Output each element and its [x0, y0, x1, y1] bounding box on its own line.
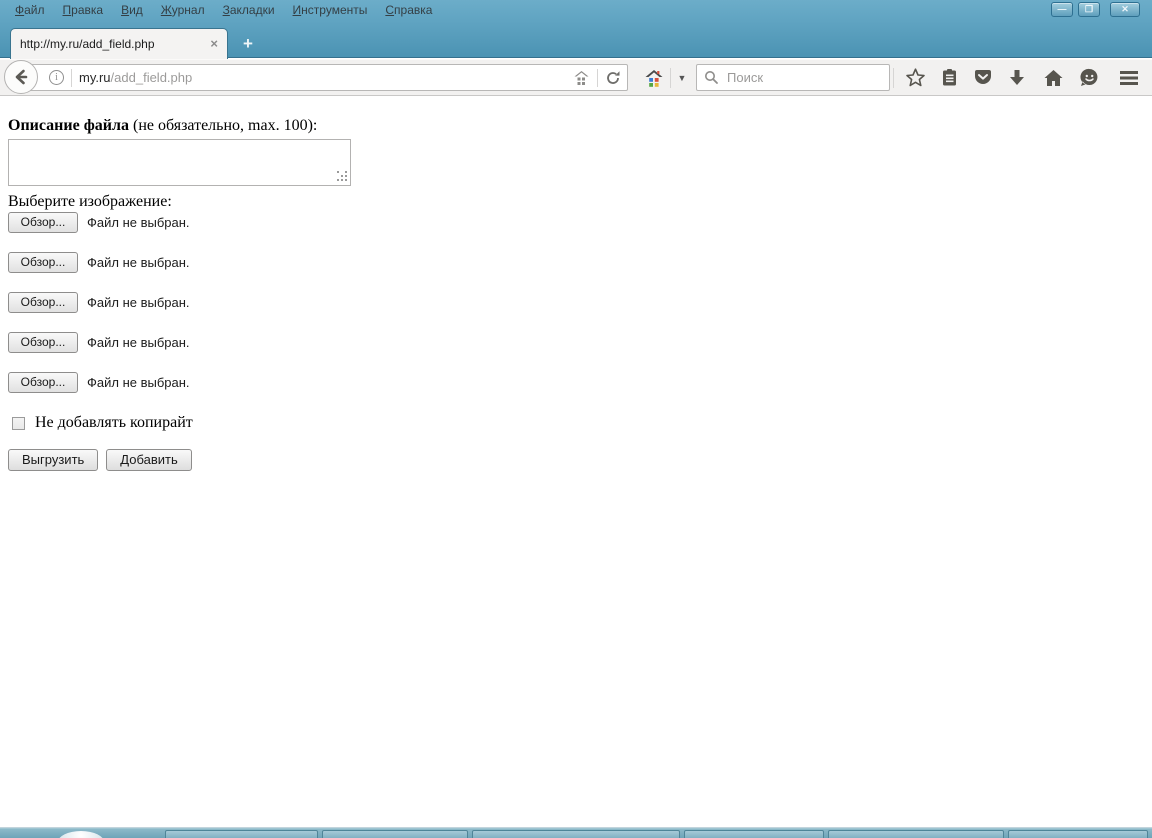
info-icon[interactable]: i — [49, 70, 64, 85]
menu-hamburger-icon[interactable] — [1112, 59, 1146, 96]
menu-view[interactable]: Вид — [112, 0, 152, 20]
back-button[interactable] — [4, 60, 38, 94]
search-input[interactable] — [725, 69, 882, 86]
close-button[interactable]: ✕ — [1110, 2, 1140, 17]
description-label-bold: Описание файла — [8, 117, 129, 134]
taskbar — [0, 827, 1152, 838]
description-label: Описание файла (не обязательно, max. 100… — [8, 117, 317, 135]
urlbar-divider — [71, 68, 72, 87]
copyright-checkbox-row: Не добавлять копирайт — [12, 414, 193, 432]
download-icon[interactable] — [1000, 59, 1034, 96]
bookmark-star-icon[interactable] — [898, 59, 932, 96]
restore-button[interactable]: ❐ — [1078, 2, 1100, 17]
menu-history[interactable]: Журнал — [152, 0, 214, 20]
minimize-button[interactable]: — — [1051, 2, 1073, 17]
taskbar-start-orb[interactable] — [58, 831, 104, 838]
menu-file[interactable]: Файл — [6, 0, 54, 20]
menu-edit[interactable]: Правка — [54, 0, 113, 20]
file-status: Файл не выбран. — [87, 255, 190, 270]
browse-button[interactable]: Обзор... — [8, 292, 78, 313]
extension-dropdown-icon[interactable]: ▼ — [672, 66, 692, 90]
tab-title: http://my.ru/add_field.php — [20, 37, 155, 51]
toolbar-divider — [893, 68, 894, 88]
browser-window: Файл Правка Вид Журнал Закладки Инструме… — [0, 0, 1152, 838]
description-textarea[interactable] — [8, 139, 351, 186]
search-icon — [704, 70, 719, 85]
search-box — [696, 64, 890, 91]
description-textarea-wrap — [8, 139, 351, 186]
hello-chat-icon[interactable] — [1072, 59, 1106, 96]
menu-tools[interactable]: Инструменты — [284, 0, 377, 20]
menu-bar: Файл Правка Вид Журнал Закладки Инструме… — [0, 0, 1002, 20]
file-status: Файл не выбран. — [87, 335, 190, 350]
back-arrow-icon — [12, 68, 30, 86]
tab-add-field[interactable]: http://my.ru/add_field.php × — [10, 28, 228, 59]
window-controls: — ❐ ✕ — [1051, 2, 1140, 17]
window-chrome: Файл Правка Вид Журнал Закладки Инструме… — [0, 0, 1152, 59]
browse-button[interactable]: Обзор... — [8, 212, 78, 233]
menu-bookmarks[interactable]: Закладки — [214, 0, 284, 20]
menu-help[interactable]: Справка — [376, 0, 441, 20]
browse-button[interactable]: Обзор... — [8, 332, 78, 353]
bookmark-home-icon[interactable] — [573, 70, 590, 86]
extension-divider — [670, 68, 671, 88]
file-input-row: Обзор... Файл не выбран. — [8, 372, 190, 393]
urlbar-icons-divider — [597, 68, 598, 87]
textarea-resize-grip[interactable] — [337, 171, 339, 173]
file-input-row: Обзор... Файл не выбран. — [8, 292, 190, 313]
upload-button[interactable]: Выгрузить — [8, 449, 99, 471]
navigation-toolbar: i my.ru/add_field.php ▼ — [0, 59, 1152, 96]
taskbar-button[interactable] — [828, 830, 1004, 838]
description-label-rest: (не обязательно, max. 100): — [128, 117, 318, 134]
taskbar-button[interactable] — [684, 830, 824, 838]
choose-images-label: Выберите изображение: — [8, 193, 172, 210]
file-status: Файл не выбран. — [87, 375, 190, 390]
new-tab-button[interactable]: + — [234, 32, 262, 56]
url-text[interactable]: my.ru/add_field.php — [79, 70, 573, 85]
reload-icon[interactable] — [605, 70, 621, 86]
url-host: my.ru — [79, 70, 111, 85]
copyright-checkbox[interactable] — [12, 416, 25, 430]
tab-bar: http://my.ru/add_field.php × + — [0, 20, 1152, 59]
browse-button[interactable]: Обзор... — [8, 252, 78, 273]
tab-close-icon[interactable]: × — [210, 37, 218, 50]
pocket-icon[interactable] — [966, 59, 1000, 96]
add-button[interactable]: Добавить — [106, 449, 192, 471]
page-content: Описание файла (не обязательно, max. 100… — [0, 97, 1152, 827]
url-bar[interactable]: i my.ru/add_field.php — [22, 64, 628, 91]
home-icon[interactable] — [1036, 59, 1070, 96]
taskbar-button[interactable] — [472, 830, 680, 838]
browse-button[interactable]: Обзор... — [8, 372, 78, 393]
file-input-row: Обзор... Файл не выбран. — [8, 212, 190, 233]
file-input-row: Обзор... Файл не выбран. — [8, 252, 190, 273]
taskbar-button[interactable] — [165, 830, 318, 838]
form-actions: Выгрузить Добавить — [8, 449, 192, 471]
file-status: Файл не выбран. — [87, 215, 190, 230]
extension-home-icon[interactable] — [641, 66, 667, 90]
file-input-row: Обзор... Файл не выбран. — [8, 332, 190, 353]
bookmarks-list-icon[interactable] — [932, 59, 966, 96]
taskbar-button[interactable] — [1008, 830, 1148, 838]
file-status: Файл не выбран. — [87, 295, 190, 310]
copyright-checkbox-label: Не добавлять копирайт — [35, 414, 193, 431]
url-path: /add_field.php — [110, 70, 193, 85]
taskbar-button[interactable] — [322, 830, 468, 838]
